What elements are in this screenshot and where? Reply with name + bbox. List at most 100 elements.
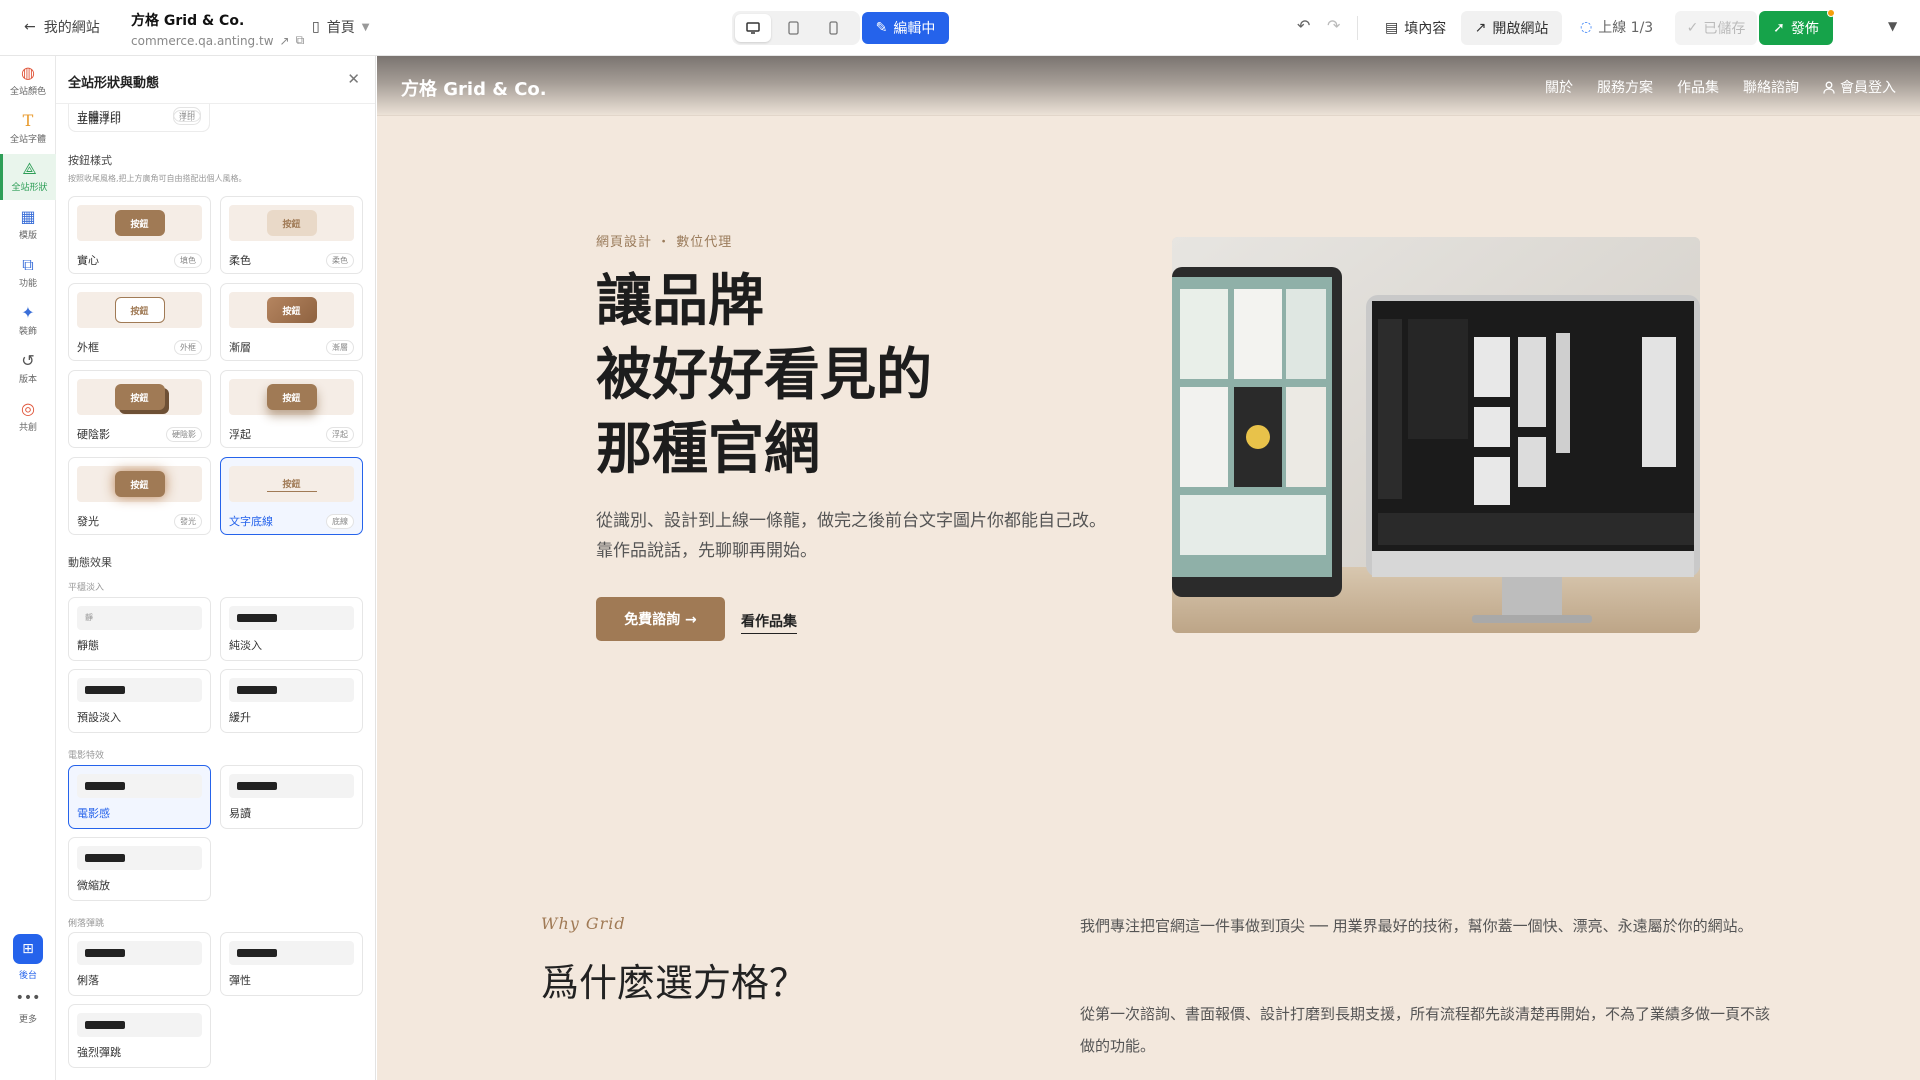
button-style-heading: 按鈕樣式: [68, 154, 112, 167]
rail-item-cocreate[interactable]: ◎ 共創: [0, 394, 56, 440]
motion-name: 電影感: [77, 807, 110, 820]
mobile-view-button[interactable]: [815, 14, 851, 42]
why-paragraph: 從第一次諮詢、書面報價、設計打磨到長期支援，所有流程都先談清楚再開始，不為了業績…: [1080, 1005, 1771, 1055]
rail-item-label: 全站形狀: [11, 183, 48, 193]
preview-chip: 按鈕: [114, 384, 165, 410]
free-consult-button[interactable]: 免費諮詢 →: [596, 597, 725, 641]
motion-option-strong-bounce[interactable]: 強烈彈跳: [68, 1004, 211, 1068]
rail-item-decor[interactable]: ✦ 裝飾: [0, 298, 56, 344]
more-icon[interactable]: •••: [0, 990, 56, 1006]
style-name: 發光: [77, 515, 99, 528]
motion-bar: [237, 686, 277, 694]
undo-icon[interactable]: ↶: [1297, 16, 1310, 35]
view-portfolio-link[interactable]: 看作品集: [741, 611, 797, 634]
rail-item-features[interactable]: ⧉ 功能: [0, 250, 56, 296]
open-label: 開啟網站: [1492, 21, 1549, 37]
motion-option-pure-fade[interactable]: 純淡入: [220, 597, 363, 661]
edit-mode-button[interactable]: ✎ 編輯中: [862, 12, 949, 44]
motion-name: 預設淡入: [77, 711, 121, 724]
motion-bar: [85, 1021, 125, 1029]
motion-preview: [77, 1013, 202, 1037]
style-tag: 漸層: [326, 340, 354, 355]
publish-button[interactable]: ➚ 發佈: [1759, 11, 1833, 45]
style-tag: 外框: [174, 340, 202, 355]
panel-title: 全站形狀與動態: [68, 76, 160, 91]
motion-option-crisp[interactable]: 俐落: [68, 932, 211, 996]
redo-icon[interactable]: ↷: [1327, 16, 1340, 35]
copy-icon[interactable]: ⧉: [296, 33, 305, 48]
rocket-icon: ➚: [1773, 20, 1785, 36]
preview-chip: 按鈕: [266, 210, 317, 236]
back-to-my-sites-button[interactable]: ← 我的網站: [24, 17, 100, 37]
close-icon[interactable]: ✕: [347, 70, 360, 88]
rail-item-colors[interactable]: ◍ 全站顏色: [0, 58, 56, 104]
nav-link-about[interactable]: 關於: [1545, 77, 1573, 97]
hero-heading-line: 那種官網: [596, 416, 820, 482]
rail-item-versions[interactable]: ↺ 版本: [0, 346, 56, 392]
emboss-tag: 浮印: [173, 110, 201, 125]
motion-option-default-fade[interactable]: 預設淡入: [68, 669, 211, 733]
motion-option-elastic[interactable]: 彈性: [220, 932, 363, 996]
nav-link-portfolio[interactable]: 作品集: [1677, 77, 1719, 97]
hero-subtitle: 從識別、設計到上線一條龍，做完之後前台文字圖片你都能自己改。靠作品說話，先聊聊再…: [596, 511, 1106, 561]
fill-content-button[interactable]: ▤ 填內容: [1375, 11, 1456, 45]
admin-button[interactable]: ⊞: [13, 934, 43, 964]
loading-spinner-icon: ◌: [1580, 19, 1593, 35]
desktop-view-button[interactable]: [735, 14, 771, 42]
motion-option-cinematic[interactable]: 電影感: [68, 765, 211, 829]
saved-button[interactable]: ✓ 已儲存: [1675, 11, 1757, 45]
rail-item-label: 共創: [18, 423, 37, 433]
blocks-icon: ⧉: [22, 255, 34, 274]
emboss-option-card[interactable]: 立體浮印 浮印: [68, 104, 210, 132]
motion-bar: [85, 949, 125, 957]
button-style-float[interactable]: 按鈕 浮起 浮起: [220, 370, 363, 448]
rail-item-shapes[interactable]: ⟁ 全站形狀: [0, 154, 56, 200]
site-url-row: commerce.qa.anting.tw ↗ ⧉: [131, 33, 304, 48]
motion-option-micro-zoom[interactable]: 微縮放: [68, 837, 211, 901]
preview-chip: 按鈕: [266, 384, 317, 410]
history-icon: ↺: [21, 351, 35, 370]
button-style-outline[interactable]: 按鈕 外框 外框: [68, 283, 211, 361]
rail-item-fonts[interactable]: T 全站字體: [0, 106, 56, 152]
tablet-icon: [787, 21, 799, 35]
motion-preview: [229, 606, 354, 630]
site-url[interactable]: commerce.qa.anting.tw: [131, 34, 274, 48]
rail-item-label: 全站字體: [9, 135, 46, 145]
button-style-hard-shadow[interactable]: 按鈕 硬陰影 硬陰影: [68, 370, 211, 448]
open-site-button[interactable]: ↗ 開啟網站: [1461, 11, 1562, 45]
button-style-gradient[interactable]: 按鈕 漸層 漸層: [220, 283, 363, 361]
why-eyebrow: Why Grid: [541, 914, 626, 933]
why-heading: 爲什麼選方格？: [541, 961, 808, 1005]
motion-option-slow-rise[interactable]: 緩升: [220, 669, 363, 733]
style-name: 硬陰影: [77, 428, 110, 441]
chevron-down-icon[interactable]: ▼: [1888, 19, 1897, 33]
rail-item-label: 版本: [18, 375, 37, 385]
nav-link-services[interactable]: 服務方案: [1597, 77, 1653, 97]
preview-nav-links: 關於 服務方案 作品集 聯絡諮詢 會員登入: [1545, 77, 1896, 97]
toolbar-divider: [1357, 16, 1358, 40]
nav-link-contact[interactable]: 聯絡諮詢: [1743, 77, 1799, 97]
panel-header: 全站形狀與動態 ✕: [56, 56, 375, 104]
motion-option-readable[interactable]: 易讀: [220, 765, 363, 829]
hero-heading-line: 被好好看見的: [596, 342, 932, 408]
nav-link-login[interactable]: 會員登入: [1823, 77, 1896, 97]
motion-bar: [237, 782, 277, 790]
hero-heading-line: 讓品牌: [596, 268, 764, 334]
rail-item-label: 功能: [18, 279, 37, 289]
button-style-soft[interactable]: 按鈕 柔色 柔色: [220, 196, 363, 274]
rail-item-templates[interactable]: ▦ 模版: [0, 202, 56, 248]
button-preview: 按鈕: [77, 379, 202, 415]
motion-name: 彈性: [229, 974, 251, 987]
preview-brand[interactable]: 方格 Grid & Co.: [401, 75, 547, 101]
style-tag: 硬陰影: [166, 427, 202, 442]
motion-option-static[interactable]: 靜 靜態: [68, 597, 211, 661]
tablet-view-button[interactable]: [775, 14, 811, 42]
motion-heading: 動態效果: [68, 556, 112, 569]
button-style-glow[interactable]: 按鈕 發光 發光: [68, 457, 211, 535]
button-style-solid[interactable]: 按鈕 實心 填色: [68, 196, 211, 274]
site-info: 方格 Grid & Co. commerce.qa.anting.tw ↗ ⧉: [131, 10, 304, 48]
external-link-icon[interactable]: ↗: [280, 34, 290, 48]
preview-chip: 按鈕: [114, 210, 165, 236]
page-selector[interactable]: ▯ 首頁 ▼: [312, 17, 369, 37]
button-style-text-underline[interactable]: 按鈕 文字底線 底線: [220, 457, 363, 535]
